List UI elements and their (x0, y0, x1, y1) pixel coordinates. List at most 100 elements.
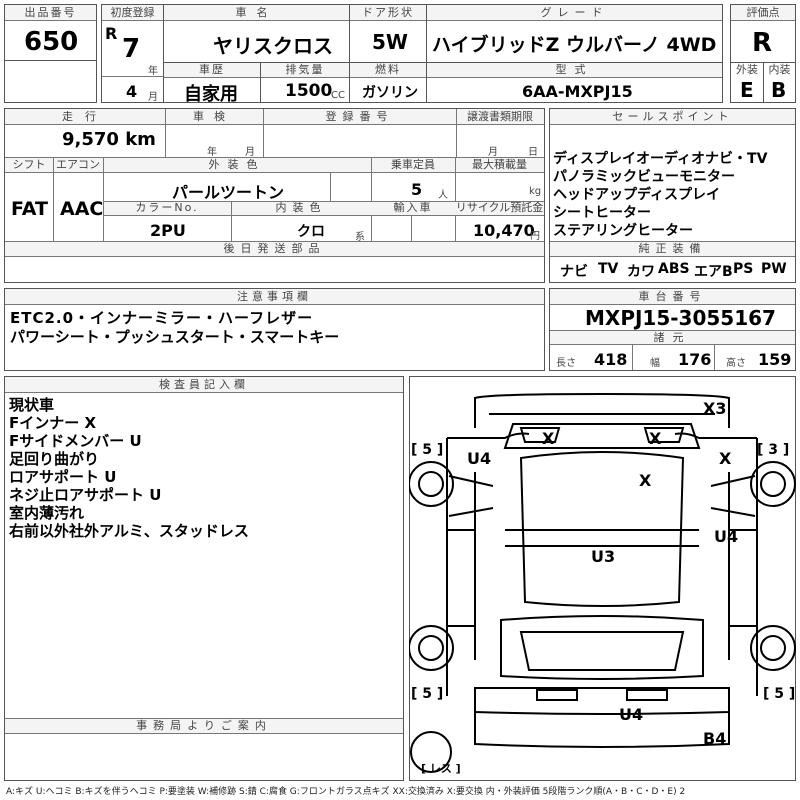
displacement: 1500 (285, 81, 333, 101)
notes-label: 注意事項欄 (237, 290, 312, 303)
mark-rear-bottom: B4 (703, 729, 726, 748)
sales-item: ディスプレイオーディオナビ・TV (553, 151, 768, 167)
row2-v3 (456, 109, 457, 157)
tire-front-left: [ 5 ] (411, 442, 443, 458)
spec-v2 (714, 345, 715, 370)
reg-year: 7 (122, 34, 141, 64)
capacity-label: 乗車定員 (391, 158, 435, 171)
inspector-line: 足回り曲がり (9, 450, 100, 468)
regno-label: 登録番号 (325, 110, 394, 123)
shift-label: シフト (12, 158, 46, 171)
history-label: 車歴 (199, 63, 225, 76)
mileage-label: 走行 (62, 110, 108, 123)
mark-left-fender: U4 (467, 449, 491, 468)
recycle-unit: 円 (530, 231, 540, 242)
chassis-number: MXPJ15-3055167 (585, 306, 776, 330)
right-mirror (710, 475, 756, 517)
disp-label: 排気量 (285, 63, 325, 76)
wheel-rear-left-inner (418, 635, 444, 661)
rear-lamp-left (536, 689, 578, 701)
reg-month-unit: 月 (148, 92, 158, 103)
chassis-label: 車台番号 (638, 290, 707, 303)
grade: ハイブリッドZ ウルバーノ 4WD (432, 34, 717, 56)
score: R (752, 28, 773, 58)
length-label: 長さ (556, 358, 576, 369)
sales-label: セールスポイント (612, 110, 733, 123)
inspector-line: ロアサポート U (9, 468, 117, 486)
tire-front-right: [ 3 ] (757, 442, 789, 458)
equip-item: ABS (658, 261, 690, 277)
shift: FAT (11, 198, 48, 220)
load-label: 最大積載量 (472, 158, 527, 171)
notes-line: ETC2.0・インナーミラー・ハーフレザー (10, 309, 314, 327)
reg-era: R (105, 24, 118, 43)
shaken-label: 車検 (193, 110, 235, 123)
inspector-line: 現状車 (9, 396, 55, 414)
inspector-line: Fインナー X (9, 414, 97, 432)
colorno-label: カラーNo. (135, 201, 199, 214)
mark-wiper-left: X (542, 429, 555, 448)
mark-rear-bumper: U4 (619, 705, 643, 724)
row2-v1 (165, 109, 166, 157)
capacity: 5 (411, 180, 423, 199)
equip-item: PS (733, 261, 754, 277)
reg-month: 4 (126, 82, 138, 101)
import-label: 輸入車 (393, 201, 433, 214)
recycle-fee: 10,470 (473, 221, 535, 240)
notes-line: パワーシート・プッシュスタート・スマートキー (10, 328, 340, 346)
inspector-line: 室内薄汚れ (9, 504, 85, 522)
height-label: 高さ (726, 358, 746, 369)
front-bumper-outline (474, 392, 730, 428)
tire-rear-left: [ 5 ] (411, 686, 443, 702)
mark-hood: X (639, 471, 652, 490)
door-type: 5W (372, 30, 408, 54)
equip-item: ナビ (560, 264, 588, 280)
later-label: 後日発送部品 (223, 242, 326, 255)
int-score: B (771, 78, 787, 102)
transfer-label: 譲渡書類期限 (467, 110, 533, 123)
shaken-year-unit: 年 (207, 147, 217, 158)
left-mirror (448, 475, 494, 517)
mark-wiper-right: X (649, 429, 662, 448)
sales-item: パノラミックビューモニター (553, 169, 735, 185)
width: 176 (678, 350, 712, 369)
name-label: 車名 (235, 6, 278, 19)
reg-divider (102, 76, 163, 77)
wheel-rear-right-inner (760, 635, 786, 661)
fuel-label: 燃料 (375, 63, 401, 76)
capacity-unit: 人 (438, 190, 448, 201)
tire-spare: [ レス ] (421, 762, 461, 775)
interior-label: 内装色 (275, 201, 327, 214)
reg-year-unit: 年 (148, 66, 158, 77)
row4-v1 (231, 201, 232, 242)
spec-v1 (632, 345, 633, 370)
left-door-lines (447, 529, 475, 627)
mark-roof: U3 (591, 547, 615, 566)
recycle-label: リサイクル預託金 (455, 201, 544, 214)
office-label: 事務局よりご案内 (136, 719, 272, 732)
equip-item: TV (598, 261, 619, 277)
history: 自家用 (184, 84, 238, 105)
int-label: 内装 (768, 63, 791, 76)
body-outline (447, 432, 757, 439)
equip-item: PW (761, 261, 787, 277)
row2-v2 (263, 109, 264, 157)
inspector-label: 検査員記入欄 (159, 378, 249, 391)
score-label: 評価点 (746, 6, 780, 19)
rear-window (519, 631, 685, 671)
ac: AAC (60, 198, 104, 220)
reg-label: 初度登録 (110, 6, 155, 19)
disp-unit: CC (331, 90, 345, 101)
transfer-month-unit: 月 (488, 147, 498, 158)
legend: A:キズ U:ヘコミ B:キズを伴うヘコミ P:要塗装 W:補修跡 S:錆 C:… (6, 787, 686, 797)
row4-v2 (411, 216, 412, 242)
load-unit: kg (529, 186, 542, 197)
ext-label: 外装 (736, 63, 758, 76)
equip-item: カワ (627, 264, 655, 280)
fuel: ガソリン (362, 85, 418, 101)
equipment-label: 純正装備 (638, 242, 707, 255)
equip-item: エアB (694, 264, 733, 280)
row3-v1 (53, 158, 54, 242)
color-no: 2PU (150, 221, 186, 240)
mileage: 9,570 km (62, 129, 156, 150)
